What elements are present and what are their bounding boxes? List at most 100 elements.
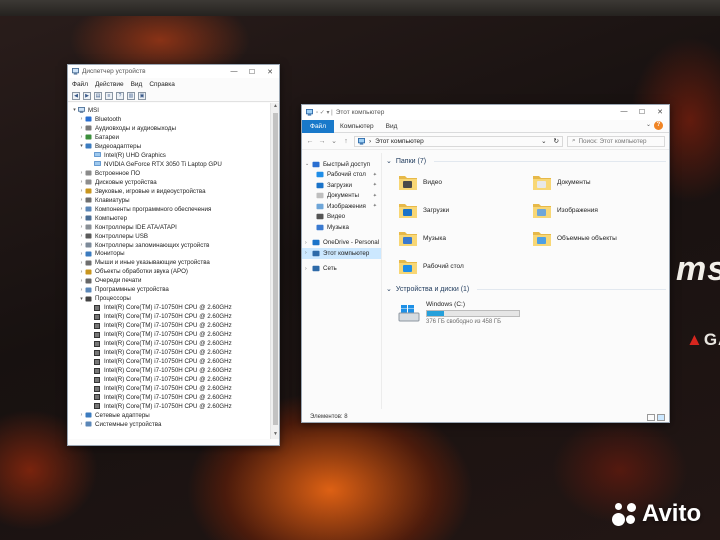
tree-device[interactable]: Intel(R) Core(TM) i7-10750H CPU @ 2.60GH… <box>68 393 271 402</box>
folder-item[interactable]: Загрузки <box>398 199 524 221</box>
tiles-view-icon[interactable] <box>657 414 665 421</box>
vertical-scrollbar[interactable]: ▲ ▼ <box>270 103 279 439</box>
tree-category[interactable]: › Компоненты программного обеспечения <box>68 205 271 214</box>
up-arrow-icon[interactable]: ↑ <box>342 138 350 145</box>
folder-item[interactable]: Документы <box>532 171 658 193</box>
tree-category[interactable]: ▾ Процессоры <box>68 294 271 303</box>
scroll-thumb[interactable] <box>273 113 278 425</box>
tab-file[interactable]: Файл <box>302 119 334 133</box>
maximize-button[interactable]: ☐ <box>243 65 261 78</box>
tree-category[interactable]: › Системные устройства <box>68 420 271 429</box>
expand-arrow-icon[interactable]: › <box>78 421 85 427</box>
expand-arrow-icon[interactable]: › <box>78 125 85 131</box>
expand-arrow-icon[interactable]: › <box>78 179 85 185</box>
address-dropdown-icon[interactable]: ⌄ <box>541 137 546 145</box>
tree-category[interactable]: › Объекты обработки звука (APO) <box>68 267 271 276</box>
menu-view[interactable]: Вид <box>131 81 143 88</box>
pin-icon[interactable]: ✦ <box>373 172 377 178</box>
expand-arrow-icon[interactable]: › <box>78 206 85 212</box>
tree-category[interactable]: › Очереди печати <box>68 276 271 285</box>
properties-icon[interactable]: ▤ <box>94 91 102 100</box>
expand-arrow-icon[interactable]: › <box>78 197 85 203</box>
device-manager-titlebar[interactable]: Диспетчер устройств — ☐ ✕ <box>68 65 279 78</box>
tree-device[interactable]: NVIDIA GeForce RTX 3050 Ti Laptop GPU <box>68 160 271 169</box>
close-button[interactable]: ✕ <box>261 65 279 78</box>
address-separator-icon[interactable]: › <box>369 138 371 145</box>
scroll-down-icon[interactable]: ▼ <box>271 431 279 439</box>
nav-item[interactable]: › Этот компьютер <box>302 248 381 259</box>
tree-category[interactable]: › Программные устройства <box>68 285 271 294</box>
nav-item[interactable]: › Сеть <box>302 264 381 275</box>
folders-group-header[interactable]: ⌄ Папки (7) <box>386 155 666 167</box>
tree-device[interactable]: Intel(R) Core(TM) i7-10750H CPU @ 2.60GH… <box>68 348 271 357</box>
forward-arrow-icon[interactable]: → <box>318 138 326 145</box>
tree-category[interactable]: › Контроллеры IDE ATA/ATAPI <box>68 223 271 232</box>
scroll-up-icon[interactable]: ▲ <box>271 103 279 111</box>
pin-icon[interactable]: ✦ <box>373 193 377 199</box>
tree-category[interactable]: › Сетевые адаптеры <box>68 411 271 420</box>
nav-item[interactable]: Музыка <box>302 222 381 233</box>
details-icon[interactable]: ▥ <box>127 91 135 100</box>
expand-arrow-icon[interactable]: › <box>78 134 85 140</box>
quick-access-toolbar-icon[interactable]: ▫ ✓ ▾ | <box>316 109 333 116</box>
menu-file[interactable]: Файл <box>72 81 88 88</box>
nav-item[interactable]: Видео <box>302 212 381 223</box>
collapse-arrow-icon[interactable]: ▾ <box>71 107 78 113</box>
chevron-down-icon[interactable]: ⌄ <box>386 285 392 293</box>
drive-item[interactable]: Windows (C:) 376 ГБ свободно из 458 ГБ <box>386 301 666 325</box>
expand-arrow-icon[interactable]: › <box>78 412 85 418</box>
tree-device[interactable]: Intel(R) Core(TM) i7-10750H CPU @ 2.60GH… <box>68 312 271 321</box>
back-arrow-icon[interactable]: ← <box>306 138 314 145</box>
expand-arrow-icon[interactable]: › <box>78 188 85 194</box>
expand-arrow-icon[interactable]: › <box>78 224 85 230</box>
expand-arrow-icon[interactable]: › <box>78 269 85 275</box>
folder-item[interactable]: Видео <box>398 171 524 193</box>
nav-item[interactable]: › OneDrive - Personal <box>302 238 381 249</box>
menu-help[interactable]: Справка <box>149 81 175 88</box>
content-pane[interactable]: ⌄ Папки (7) Видео Документы Загрузки Изобра… <box>386 155 666 411</box>
forward-icon[interactable]: ▶ <box>83 91 91 100</box>
tree-category[interactable]: ▾ Видеоадаптеры <box>68 142 271 151</box>
chevron-right-icon[interactable]: › <box>305 250 312 256</box>
tab-view[interactable]: Вид <box>380 123 404 130</box>
tree-device[interactable]: Intel(R) Core(TM) i7-10750H CPU @ 2.60GH… <box>68 375 271 384</box>
tree-device[interactable]: Intel(R) Core(TM) i7-10750H CPU @ 2.60GH… <box>68 321 271 330</box>
folder-item[interactable]: Музыка <box>398 227 524 249</box>
tree-device[interactable]: Intel(R) Core(TM) i7-10750H CPU @ 2.60GH… <box>68 384 271 393</box>
folder-item[interactable]: Рабочий стол <box>398 255 524 277</box>
recent-locations-icon[interactable]: ⌄ <box>330 137 338 145</box>
tree-device[interactable]: Intel(R) UHD Graphics <box>68 151 271 160</box>
ribbon-expand-icon[interactable]: ⌄ <box>646 121 651 128</box>
tree-category[interactable]: › Клавиатуры <box>68 196 271 205</box>
refresh-icon[interactable]: ↻ <box>554 137 559 145</box>
expand-arrow-icon[interactable]: › <box>78 215 85 221</box>
chevron-right-icon[interactable]: › <box>305 240 312 246</box>
nav-item[interactable]: Документы ✦ <box>302 191 381 202</box>
nav-item[interactable]: Загрузки ✦ <box>302 180 381 191</box>
tree-category[interactable]: › Мыши и иные указывающие устройства <box>68 258 271 267</box>
tree-category[interactable]: › Звуковые, игровые и видеоустройства <box>68 187 271 196</box>
tree-category[interactable]: › Bluetooth <box>68 115 271 124</box>
folder-item[interactable]: Объемные объекты <box>532 227 658 249</box>
drives-group-header[interactable]: ⌄ Устройства и диски (1) <box>386 283 666 295</box>
chevron-down-icon[interactable]: ⌄ <box>386 157 392 165</box>
tab-computer[interactable]: Компьютер <box>334 123 380 130</box>
tree-category[interactable]: › Батареи <box>68 133 271 142</box>
tree-device[interactable]: Intel(R) Core(TM) i7-10750H CPU @ 2.60GH… <box>68 330 271 339</box>
expand-arrow-icon[interactable]: › <box>78 242 85 248</box>
minimize-button[interactable]: — <box>615 105 633 118</box>
device-tree[interactable]: ▾ MSI › Bluetooth › Аудиовходы и аудиовыход… <box>68 103 271 439</box>
nav-item[interactable]: Рабочий стол ✦ <box>302 170 381 181</box>
device-manager-window[interactable]: Диспетчер устройств — ☐ ✕ Файл Действие … <box>67 64 280 446</box>
back-icon[interactable]: ◀ <box>72 91 80 100</box>
minimize-button[interactable]: — <box>225 65 243 78</box>
maximize-button[interactable]: ☐ <box>633 105 651 118</box>
search-input[interactable]: ⌕ Поиск: Этот компьютер <box>567 135 665 147</box>
close-button[interactable]: ✕ <box>651 105 669 118</box>
tree-category[interactable]: › Аудиовходы и аудиовыходы <box>68 124 271 133</box>
expand-arrow-icon[interactable]: › <box>78 260 85 266</box>
tree-device[interactable]: Intel(R) Core(TM) i7-10750H CPU @ 2.60GH… <box>68 303 271 312</box>
chevron-right-icon[interactable]: › <box>305 266 312 272</box>
tree-device[interactable]: Intel(R) Core(TM) i7-10750H CPU @ 2.60GH… <box>68 366 271 375</box>
tree-device[interactable]: Intel(R) Core(TM) i7-10750H CPU @ 2.60GH… <box>68 339 271 348</box>
